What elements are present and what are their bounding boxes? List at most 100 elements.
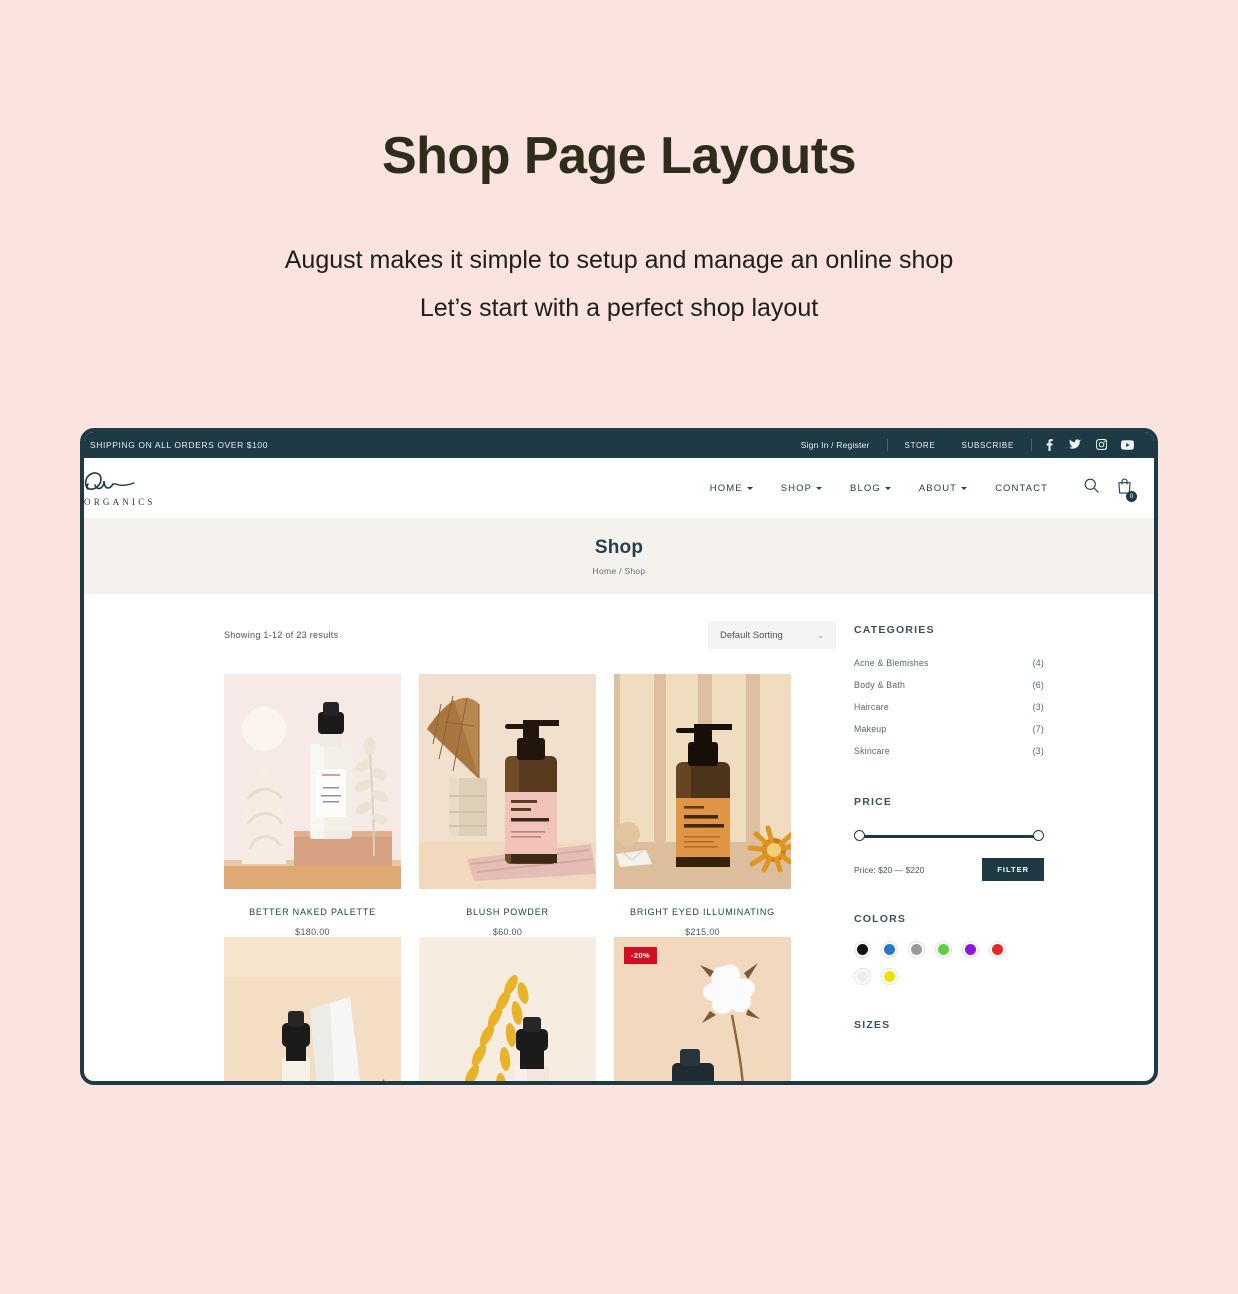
color-swatch-black[interactable] bbox=[854, 941, 871, 958]
announcement-bar: SHIPPING ON ALL ORDERS OVER $100 Sign In… bbox=[84, 432, 1154, 458]
search-icon[interactable] bbox=[1084, 478, 1099, 498]
product-price: $180.00 bbox=[295, 927, 330, 937]
product-card[interactable]: BETTER NAKED PALETTE $180.00 bbox=[224, 674, 401, 937]
instagram-icon[interactable] bbox=[1088, 439, 1114, 451]
product-image[interactable] bbox=[224, 937, 401, 1081]
product-name: BRIGHT EYED ILLUMINATING bbox=[630, 907, 775, 917]
product-image[interactable]: -20% bbox=[614, 937, 791, 1081]
product-image[interactable] bbox=[419, 937, 596, 1081]
product-listing: Showing 1-12 of 23 results Default Sorti… bbox=[106, 621, 836, 1081]
twitter-icon[interactable] bbox=[1062, 439, 1088, 450]
category-count: (3) bbox=[1032, 746, 1044, 756]
sorting-value: Default Sorting bbox=[720, 629, 783, 641]
nav-label: BLOG bbox=[850, 482, 881, 494]
nav-item-blog[interactable]: BLOG bbox=[850, 483, 891, 494]
subscribe-link[interactable]: SUBSCRIBE bbox=[948, 441, 1027, 450]
main-navigation: HOME SHOP BLOG ABOUT CONTACT bbox=[710, 483, 1048, 494]
category-label: Acne & Blemishes bbox=[854, 658, 929, 668]
product-card[interactable] bbox=[224, 937, 401, 1081]
store-link[interactable]: STORE bbox=[892, 441, 949, 450]
swatch-fill bbox=[857, 944, 868, 955]
banner-title: Shop bbox=[594, 537, 644, 558]
promo-page: Shop Page Layouts August makes it simple… bbox=[0, 0, 1238, 1294]
color-swatch-blue[interactable] bbox=[881, 941, 898, 958]
product-image[interactable] bbox=[419, 674, 596, 889]
sign-in-register-link[interactable]: Sign In / Register bbox=[788, 440, 883, 450]
color-swatches bbox=[854, 941, 1024, 985]
facebook-icon[interactable] bbox=[1036, 439, 1062, 451]
category-label: Makeup bbox=[854, 724, 887, 734]
logo-brand-text: ORGANICS bbox=[84, 497, 156, 507]
product-card[interactable]: BRIGHT EYED ILLUMINATING $215.00 bbox=[614, 674, 791, 937]
breadcrumb: Home / Shop bbox=[592, 566, 646, 576]
product-image[interactable] bbox=[224, 674, 401, 889]
category-item-skincare[interactable]: Skincare (3) bbox=[854, 740, 1044, 762]
chevron-down-icon bbox=[884, 486, 891, 490]
category-count: (6) bbox=[1032, 680, 1044, 690]
social-links bbox=[1036, 439, 1140, 451]
nav-item-contact[interactable]: CONTACT bbox=[995, 483, 1048, 494]
color-swatch-green[interactable] bbox=[935, 941, 952, 958]
youtube-icon[interactable] bbox=[1114, 439, 1140, 451]
swatch-fill bbox=[911, 944, 922, 955]
results-count: Showing 1-12 of 23 results bbox=[224, 630, 339, 640]
product-card[interactable]: -20% bbox=[614, 937, 791, 1081]
nav-item-about[interactable]: ABOUT bbox=[919, 483, 968, 494]
nav-label: HOME bbox=[709, 482, 743, 494]
page-title: Shop Page Layouts bbox=[381, 127, 857, 185]
sorting-select[interactable]: Default Sorting ⌄ bbox=[708, 621, 836, 649]
swatch-fill bbox=[884, 971, 895, 982]
swatch-fill bbox=[992, 944, 1003, 955]
category-item-makeup[interactable]: Makeup (7) bbox=[854, 718, 1044, 740]
promo-subtitle-line-2: Let’s start with a perfect shop layout bbox=[419, 293, 819, 322]
topbar-links: Sign In / Register STORE SUBSCRIBE bbox=[788, 439, 1140, 451]
site-header: ORGANICS HOME SHOP BLOG ABOUT CONTACT 0 bbox=[84, 458, 1154, 519]
shop-content: Showing 1-12 of 23 results Default Sorti… bbox=[84, 594, 1154, 1081]
color-swatch-gray[interactable] bbox=[908, 941, 925, 958]
promo-subtitle: August makes it simple to setup and mana… bbox=[0, 237, 1238, 332]
chevron-down-icon: ⌄ bbox=[816, 629, 824, 640]
categories-widget: CATEGORIES Acne & Blemishes (4) Body & B… bbox=[854, 624, 1044, 762]
price-filter-row: Price: $20 — $220 FILTER bbox=[854, 858, 1044, 881]
product-photo-hand-body-wash bbox=[419, 674, 596, 889]
swatch-fill bbox=[857, 971, 868, 982]
logo-script-icon bbox=[84, 469, 232, 495]
category-count: (4) bbox=[1032, 658, 1044, 668]
category-item-body-bath[interactable]: Body & Bath (6) bbox=[854, 674, 1044, 696]
slider-handle-min[interactable] bbox=[854, 830, 865, 841]
sizes-widget: SIZES bbox=[854, 1019, 1044, 1031]
chevron-down-icon bbox=[746, 486, 753, 490]
nav-item-home[interactable]: HOME bbox=[710, 483, 753, 494]
product-name: BETTER NAKED PALETTE bbox=[249, 907, 376, 917]
site-logo[interactable]: ORGANICS bbox=[84, 469, 232, 507]
color-swatch-red[interactable] bbox=[989, 941, 1006, 958]
cart-button[interactable]: 0 bbox=[1117, 478, 1137, 502]
categories-title: CATEGORIES bbox=[854, 624, 935, 636]
browser-mockup: SHIPPING ON ALL ORDERS OVER $100 Sign In… bbox=[80, 428, 1158, 1085]
promo-header: Shop Page Layouts August makes it simple… bbox=[0, 0, 1238, 332]
color-swatch-white[interactable] bbox=[854, 968, 871, 985]
chevron-down-icon bbox=[816, 486, 823, 490]
filter-button[interactable]: FILTER bbox=[982, 858, 1044, 881]
price-range-slider[interactable] bbox=[854, 830, 1044, 842]
category-item-acne-blemishes[interactable]: Acne & Blemishes (4) bbox=[854, 652, 1044, 674]
sale-badge: -20% bbox=[624, 947, 658, 964]
topbar-divider-1 bbox=[886, 439, 888, 451]
price-range-text: Price: $20 — $220 bbox=[854, 864, 925, 875]
product-price: $60.00 bbox=[492, 927, 523, 937]
slider-handle-max[interactable] bbox=[1033, 830, 1044, 841]
product-image[interactable] bbox=[614, 674, 791, 889]
color-swatch-purple[interactable] bbox=[962, 941, 979, 958]
category-item-haircare[interactable]: Haircare (3) bbox=[854, 696, 1044, 718]
product-card[interactable] bbox=[419, 937, 596, 1081]
shop-toolbar: Showing 1-12 of 23 results Default Sorti… bbox=[224, 621, 836, 649]
nav-item-shop[interactable]: SHOP bbox=[781, 483, 823, 494]
price-title: PRICE bbox=[854, 796, 893, 808]
topbar-divider-2 bbox=[1031, 439, 1032, 451]
color-swatch-yellow[interactable] bbox=[881, 968, 898, 985]
price-filter-widget: PRICE Price: $20 — $220 FILTER bbox=[854, 796, 1044, 881]
announcement-text: SHIPPING ON ALL ORDERS OVER $100 bbox=[90, 440, 269, 450]
product-card[interactable]: BLUSH POWDER $60.00 bbox=[419, 674, 596, 937]
shop-sidebar: CATEGORIES Acne & Blemishes (4) Body & B… bbox=[854, 622, 1044, 1081]
swatch-fill bbox=[884, 944, 895, 955]
